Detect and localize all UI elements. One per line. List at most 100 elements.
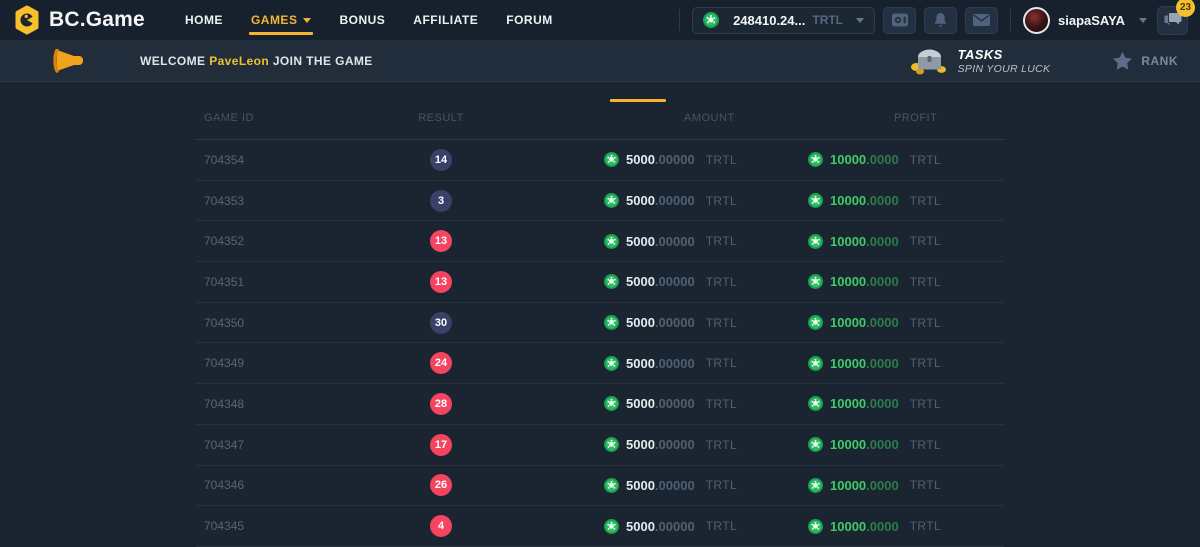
vault-button[interactable]	[883, 7, 916, 34]
profit-int: 10000	[830, 519, 866, 534]
trtl-coin-icon	[604, 274, 619, 289]
profit-int: 10000	[830, 356, 866, 371]
profit-int: 10000	[830, 315, 866, 330]
result-cell: 3	[366, 190, 516, 212]
nav-item-home[interactable]: HOME	[171, 0, 237, 40]
table-row[interactable]: 704352 13 5000.00000 TRTL 10000.0000	[196, 221, 1004, 262]
nav-item-games[interactable]: GAMES	[237, 0, 326, 40]
rank-widget[interactable]: RANK	[1112, 51, 1178, 71]
amount-cell: 5000.00000 TRTL	[516, 152, 776, 167]
nav-item-affiliate[interactable]: AFFILIATE	[399, 0, 492, 40]
profit-int: 10000	[830, 193, 866, 208]
divider	[679, 9, 680, 31]
welcome-message: WELCOME PaveLeon JOIN THE GAME	[140, 54, 373, 68]
tasks-title: TASKS	[958, 47, 1051, 62]
profit-currency: TRTL	[910, 356, 941, 370]
table-row[interactable]: 704353 3 5000.00000 TRTL 10000.0000 T	[196, 181, 1004, 222]
notifications-button[interactable]	[924, 7, 957, 34]
amount-cell: 5000.00000 TRTL	[516, 396, 776, 411]
table-row[interactable]: 704354 14 5000.00000 TRTL 10000.0000	[196, 140, 1004, 181]
table-row[interactable]: 704349 24 5000.00000 TRTL 10000.0000	[196, 343, 1004, 384]
table-row[interactable]: 704345 4 5000.00000 TRTL 10000.0000 T	[196, 506, 1004, 547]
amount-int: 5000	[626, 356, 655, 371]
brand-logo[interactable]: BC.Game	[14, 0, 145, 40]
profit-dec: .0000	[866, 478, 899, 493]
trtl-coin-icon	[808, 519, 823, 534]
table-row[interactable]: 704347 17 5000.00000 TRTL 10000.0000	[196, 425, 1004, 466]
bcgame-logo-icon	[14, 5, 40, 35]
tasks-subtitle: SPIN YOUR LUCK	[958, 63, 1051, 75]
amount-dec: .00000	[655, 315, 695, 330]
bets-table-body: 704354 14 5000.00000 TRTL 10000.0000	[196, 140, 1004, 547]
table-row[interactable]: 704346 26 5000.00000 TRTL 10000.0000	[196, 466, 1004, 507]
trtl-coin-icon	[604, 396, 619, 411]
amount-dec: .00000	[655, 478, 695, 493]
profit-int: 10000	[830, 478, 866, 493]
profit-dec: .0000	[866, 234, 899, 249]
trtl-coin-icon	[808, 315, 823, 330]
chevron-down-icon	[856, 18, 864, 23]
balance-currency: TRTL	[812, 13, 843, 27]
game-id-cell: 704351	[196, 275, 366, 289]
profit-dec: .0000	[866, 152, 899, 167]
nav-item-forum[interactable]: FORUM	[492, 0, 567, 40]
header-profit: PROFIT	[776, 112, 1004, 124]
result-badge: 28	[430, 393, 452, 415]
amount-cell: 5000.00000 TRTL	[516, 519, 776, 534]
result-cell: 13	[366, 271, 516, 293]
result-cell: 4	[366, 515, 516, 537]
result-cell: 13	[366, 230, 516, 252]
game-id-cell: 704349	[196, 356, 366, 370]
chat-unread-badge: 23	[1176, 0, 1195, 17]
trtl-coin-icon	[808, 437, 823, 452]
user-menu[interactable]: siapaSAYA	[1023, 7, 1147, 34]
header-result: RESULT	[366, 112, 516, 124]
chat-button[interactable]: 23	[1157, 6, 1188, 35]
chevron-down-icon	[303, 18, 311, 23]
result-badge: 26	[430, 474, 452, 496]
table-row[interactable]: 704351 13 5000.00000 TRTL 10000.0000	[196, 262, 1004, 303]
trtl-coin-icon	[604, 356, 619, 371]
result-badge: 17	[430, 434, 452, 456]
amount-dec: .00000	[655, 234, 695, 249]
profit-dec: .0000	[866, 396, 899, 411]
treasure-chest-icon	[910, 46, 948, 76]
welcome-player-name: PaveLeon	[209, 54, 269, 68]
active-tab-indicator[interactable]	[610, 99, 666, 102]
trtl-coin-icon	[604, 315, 619, 330]
profit-dec: .0000	[866, 356, 899, 371]
profit-currency: TRTL	[910, 438, 941, 452]
game-id-cell: 704348	[196, 397, 366, 411]
brand-name: BC.Game	[49, 8, 145, 32]
amount-int: 5000	[626, 234, 655, 249]
profit-cell: 10000.0000 TRTL	[776, 396, 1004, 411]
welcome-banner: WELCOME PaveLeon JOIN THE GAME TASKS SPI…	[0, 40, 1200, 82]
table-row[interactable]: 704350 30 5000.00000 TRTL 10000.0000	[196, 303, 1004, 344]
result-cell: 24	[366, 352, 516, 374]
profit-dec: .0000	[866, 437, 899, 452]
divider	[1010, 9, 1011, 31]
tasks-texts: TASKS SPIN YOUR LUCK	[958, 47, 1051, 75]
tasks-widget[interactable]: TASKS SPIN YOUR LUCK	[910, 46, 1051, 76]
amount-dec: .00000	[655, 396, 695, 411]
top-navbar: BC.Game HOME GAMES BONUS AFFILIATE FORUM…	[0, 0, 1200, 40]
trtl-coin-icon	[604, 152, 619, 167]
result-cell: 17	[366, 434, 516, 456]
nav-item-bonus[interactable]: BONUS	[325, 0, 399, 40]
amount-cell: 5000.00000 TRTL	[516, 193, 776, 208]
amount-int: 5000	[626, 396, 655, 411]
amount-int: 5000	[626, 152, 655, 167]
profit-currency: TRTL	[910, 316, 941, 330]
table-row[interactable]: 704348 28 5000.00000 TRTL 10000.0000	[196, 384, 1004, 425]
result-badge: 3	[430, 190, 452, 212]
chevron-down-icon	[1139, 18, 1147, 23]
balance-selector[interactable]: 248410.24... TRTL	[692, 7, 875, 34]
trtl-coin-icon	[604, 193, 619, 208]
profit-int: 10000	[830, 396, 866, 411]
trtl-coin-icon	[808, 356, 823, 371]
amount-currency: TRTL	[706, 356, 737, 370]
amount-dec: .00000	[655, 274, 695, 289]
game-id-cell: 704347	[196, 438, 366, 452]
rank-label: RANK	[1141, 54, 1178, 68]
mail-button[interactable]	[965, 7, 998, 34]
